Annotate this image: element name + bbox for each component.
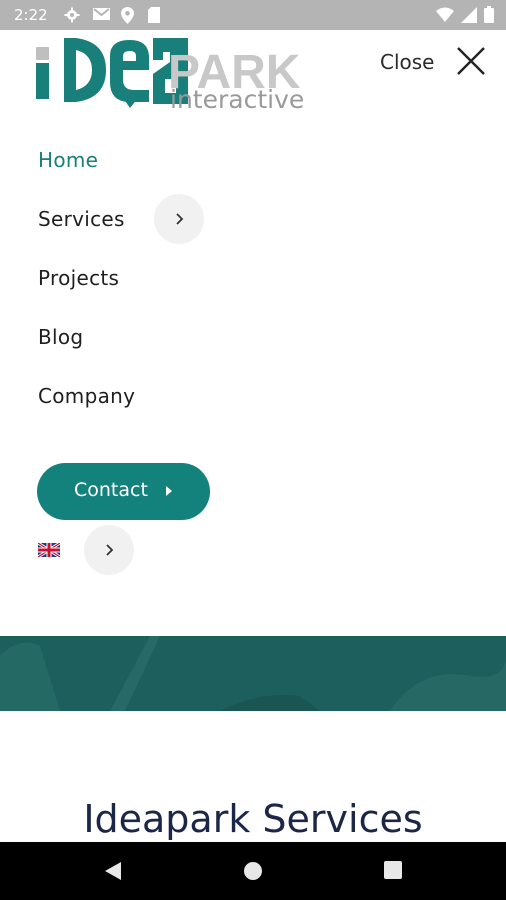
status-time: 2:22	[14, 6, 48, 24]
close-icon[interactable]	[454, 44, 488, 78]
uk-flag-icon[interactable]	[37, 541, 61, 559]
battery-icon	[484, 6, 494, 28]
section-title: Ideapark Services	[83, 797, 423, 841]
header: PARK interactive Close	[0, 30, 506, 114]
home-icon[interactable]	[243, 861, 263, 886]
close-label[interactable]: Close	[380, 50, 434, 74]
logo-interactive-text: interactive	[170, 85, 304, 110]
menu-item-company[interactable]: Company	[38, 384, 135, 408]
gmail-icon	[93, 7, 110, 26]
contact-label: Contact	[74, 479, 148, 501]
location-icon	[121, 7, 134, 29]
status-bar: 2:22	[0, 0, 506, 30]
language-expand-button[interactable]	[84, 525, 134, 575]
chevron-right-icon	[106, 544, 114, 556]
settings-icon	[64, 7, 80, 28]
menu-item-blog[interactable]: Blog	[38, 325, 83, 349]
menu-item-services[interactable]: Services	[38, 207, 125, 231]
menu-item-home[interactable]: Home	[38, 148, 98, 172]
wifi-icon	[436, 7, 454, 27]
navigation-bar	[0, 842, 506, 900]
back-icon[interactable]	[103, 861, 123, 886]
sd-card-icon	[148, 7, 160, 28]
chevron-right-icon	[176, 213, 184, 225]
cell-signal-icon	[461, 6, 477, 28]
services-expand-button[interactable]	[154, 194, 204, 244]
ideapark-logo[interactable]: PARK interactive	[30, 34, 325, 114]
menu-item-projects[interactable]: Projects	[38, 266, 119, 290]
caret-right-icon	[165, 484, 173, 502]
hero-banner	[0, 636, 506, 711]
contact-button[interactable]: Contact	[37, 463, 210, 520]
recents-icon[interactable]	[384, 861, 402, 884]
navigation-menu: Home Services Projects Blog Company Cont…	[0, 110, 506, 636]
